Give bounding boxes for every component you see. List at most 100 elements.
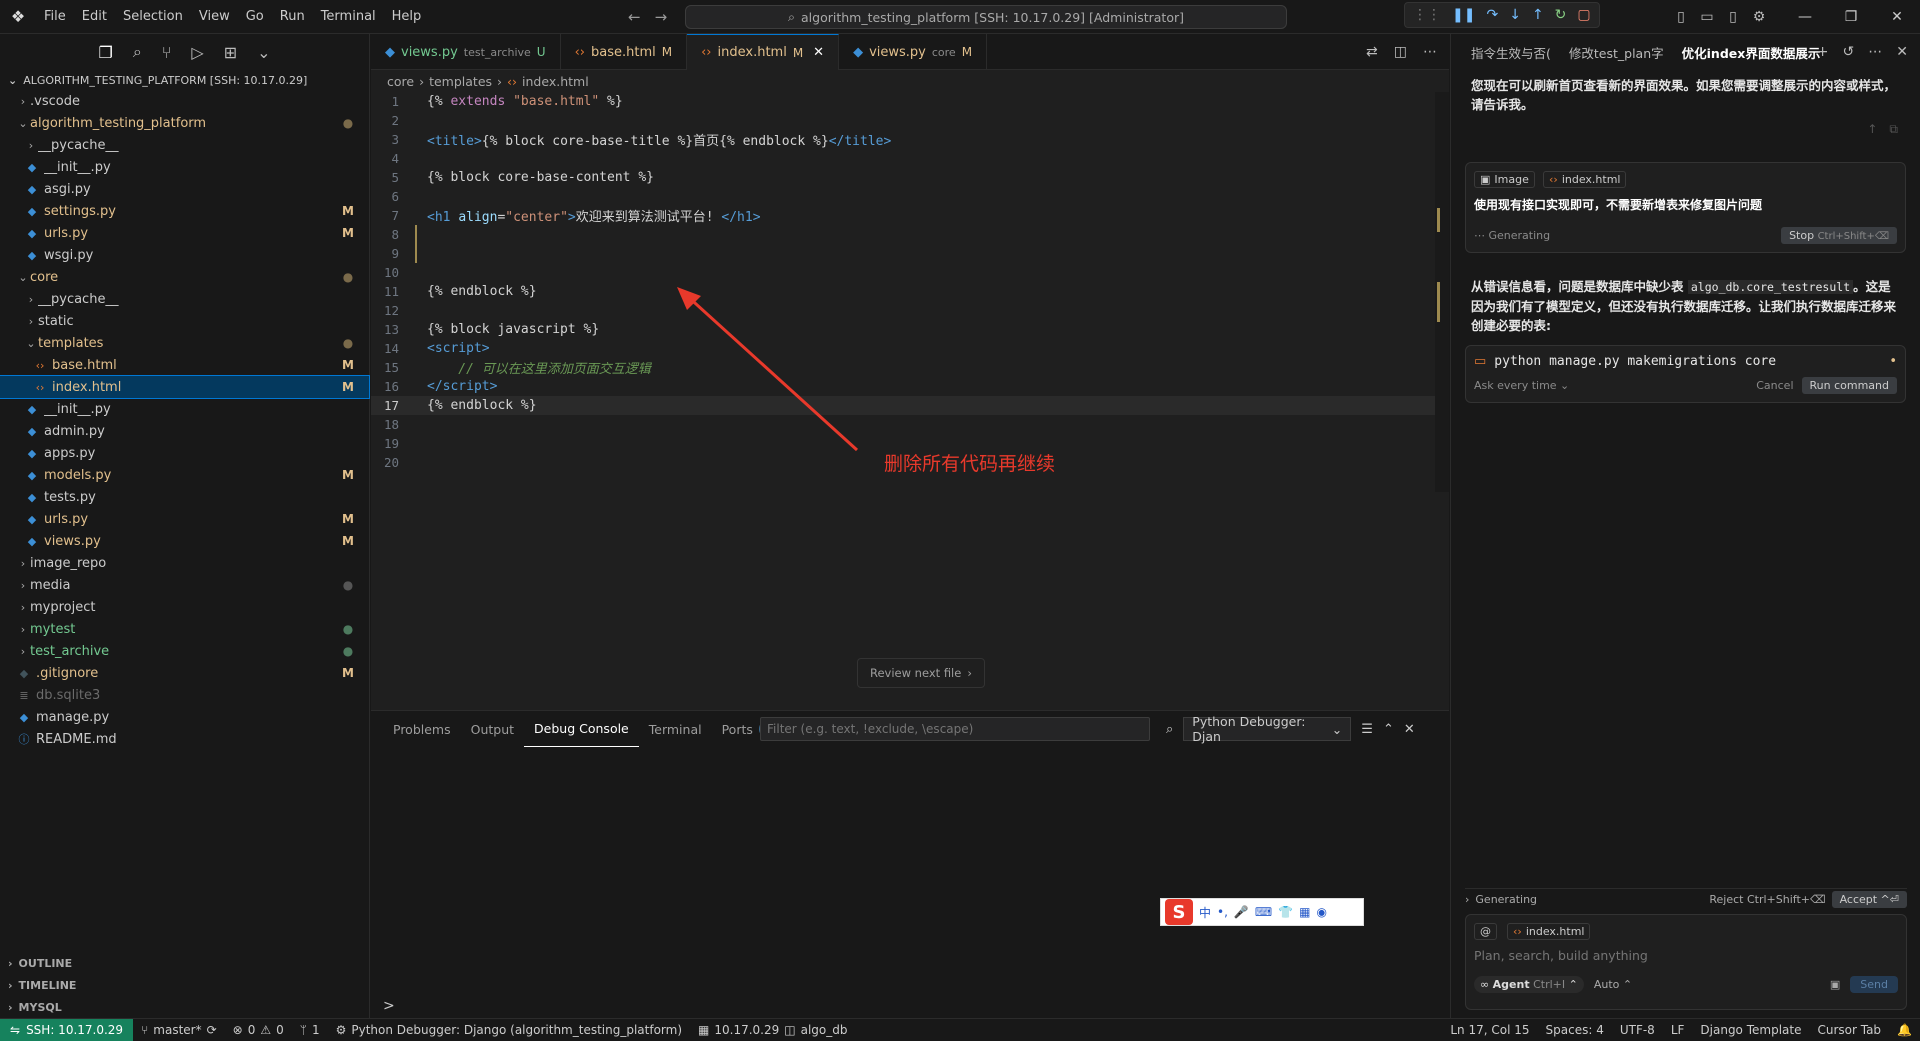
cursor-tab[interactable]: Cursor Tab bbox=[1809, 1023, 1889, 1037]
toggle-secondary-sidebar-icon[interactable]: ▯ bbox=[1720, 9, 1746, 25]
close-panel-icon[interactable]: ✕ bbox=[1404, 722, 1415, 737]
tab-problems[interactable]: Problems bbox=[383, 711, 461, 747]
explorer-root-header[interactable]: ⌄ ALGORITHM_TESTING_PLATFORM [SSH: 10.17… bbox=[0, 70, 369, 90]
open-changes-icon[interactable]: ⇄ bbox=[1366, 44, 1378, 60]
tab-debug-console[interactable]: Debug Console bbox=[524, 711, 639, 747]
tree-item[interactable]: ⌄ templates ● bbox=[0, 332, 369, 354]
attach-image-icon[interactable]: ▣ bbox=[1830, 978, 1840, 991]
console-prompt[interactable]: > bbox=[383, 998, 395, 1014]
back-arrow-icon[interactable]: ← bbox=[628, 8, 641, 26]
tree-item[interactable]: ◆ urls.py M bbox=[0, 508, 369, 530]
tree-item[interactable]: ◆ .gitignore M bbox=[0, 662, 369, 684]
explorer-icon[interactable]: ❐ bbox=[98, 43, 112, 62]
ask-every-time-select[interactable]: Ask every time ⌄ bbox=[1474, 379, 1569, 392]
debug-filter-input[interactable] bbox=[760, 717, 1150, 741]
remote-indicator[interactable]: ⇋ SSH: 10.17.0.29 bbox=[0, 1018, 134, 1041]
tree-item[interactable]: ◆ __init__.py bbox=[0, 398, 369, 420]
breadcrumb-core[interactable]: core bbox=[387, 74, 414, 89]
breadcrumb-templates[interactable]: templates bbox=[429, 74, 492, 89]
review-next-file-button[interactable]: Review next file › bbox=[857, 658, 985, 688]
outline-section[interactable]: › OUTLINE bbox=[0, 952, 370, 974]
source-control-icon[interactable]: ⑂ bbox=[162, 43, 172, 62]
context-file-chip[interactable]: ‹› index.html bbox=[1507, 923, 1591, 940]
sync-icon[interactable]: ⟳ bbox=[207, 1023, 217, 1037]
tree-item[interactable]: › .vscode bbox=[0, 90, 369, 112]
reject-button[interactable]: Reject Ctrl+Shift+⌫ bbox=[1709, 893, 1825, 906]
close-icon[interactable]: ✕ bbox=[1896, 44, 1908, 60]
line-ending[interactable]: LF bbox=[1663, 1023, 1693, 1037]
agent-mode-select[interactable]: ∞ Agent Ctrl+I ⌃ bbox=[1474, 976, 1584, 993]
model-select[interactable]: Auto ⌃ bbox=[1594, 978, 1632, 991]
tree-item[interactable]: ⓘ README.md bbox=[0, 728, 369, 750]
tree-item[interactable]: ◆ tests.py bbox=[0, 486, 369, 508]
settings-gear-icon[interactable]: ⚙ bbox=[1746, 9, 1772, 25]
indentation[interactable]: Spaces: 4 bbox=[1538, 1023, 1612, 1037]
close-tab-icon[interactable]: ✕ bbox=[813, 45, 824, 60]
more-icon[interactable]: ⋯ bbox=[1868, 44, 1882, 60]
close-window-icon[interactable]: ✕ bbox=[1874, 9, 1920, 25]
notifications-bell-icon[interactable]: 🔔 bbox=[1889, 1023, 1920, 1037]
cancel-button[interactable]: Cancel bbox=[1756, 379, 1793, 392]
tree-item[interactable]: ‹› base.html M bbox=[0, 354, 369, 376]
tab-output[interactable]: Output bbox=[461, 711, 524, 747]
menu-file[interactable]: File bbox=[36, 0, 74, 34]
tab-views-core[interactable]: ◆ views.py core M bbox=[839, 34, 988, 70]
microphone-icon[interactable]: 🎤 bbox=[1234, 905, 1249, 919]
tree-item[interactable]: › mytest ● bbox=[0, 618, 369, 640]
language-mode[interactable]: Django Template bbox=[1692, 1023, 1809, 1037]
maximize-panel-icon[interactable]: ⌃ bbox=[1383, 722, 1394, 737]
tree-item[interactable]: › image_repo bbox=[0, 552, 369, 574]
menu-help[interactable]: Help bbox=[384, 0, 430, 34]
run-debug-icon[interactable]: ▷ bbox=[191, 43, 203, 62]
db-connection[interactable]: ▦ 10.17.0.29 ◫ algo_db bbox=[690, 1023, 855, 1037]
send-button[interactable]: Send bbox=[1850, 976, 1898, 993]
split-editor-icon[interactable]: ◫ bbox=[1394, 44, 1407, 60]
tree-item[interactable]: ◆ settings.py M bbox=[0, 200, 369, 222]
tree-item[interactable]: ◆ views.py M bbox=[0, 530, 369, 552]
command-center[interactable]: ⌕ algorithm_testing_platform [SSH: 10.17… bbox=[685, 5, 1287, 29]
forward-arrow-icon[interactable]: → bbox=[655, 8, 668, 26]
chat-input[interactable] bbox=[1474, 948, 1898, 963]
file-chip[interactable]: ‹› index.html bbox=[1543, 171, 1627, 188]
clear-console-icon[interactable]: ☰ bbox=[1361, 722, 1373, 737]
mysql-section[interactable]: › MYSQL bbox=[0, 996, 370, 1018]
tree-item[interactable]: ⌄ core ● bbox=[0, 266, 369, 288]
tree-item[interactable]: ◆ apps.py bbox=[0, 442, 369, 464]
search-view-icon[interactable]: ⌕ bbox=[133, 42, 142, 62]
tab-base-html[interactable]: ‹› base.html M bbox=[561, 34, 688, 70]
new-chat-icon[interactable]: + bbox=[1817, 44, 1829, 60]
tab-terminal[interactable]: Terminal bbox=[639, 711, 712, 747]
drag-handle-icon[interactable]: ⋮⋮ bbox=[1413, 7, 1441, 23]
tree-item[interactable]: ◆ admin.py bbox=[0, 420, 369, 442]
copy-icon[interactable]: ⧉ bbox=[1889, 122, 1898, 154]
stop-button[interactable]: Stop Ctrl+Shift+⌫ bbox=[1781, 227, 1897, 244]
tree-item[interactable]: ◆ __init__.py bbox=[0, 156, 369, 178]
tree-item[interactable]: › __pycache__ bbox=[0, 134, 369, 156]
game-icon[interactable]: ◉ bbox=[1317, 905, 1327, 919]
tree-item[interactable]: ◆ manage.py bbox=[0, 706, 369, 728]
toolbox-icon[interactable]: ▦ bbox=[1299, 905, 1310, 919]
chat-tab[interactable]: 修改test_plan字 bbox=[1569, 43, 1664, 62]
tree-item[interactable]: ◆ wsgi.py bbox=[0, 244, 369, 266]
menu-terminal[interactable]: Terminal bbox=[313, 0, 384, 34]
chat-tab[interactable]: 指令生效与否( bbox=[1471, 43, 1551, 62]
accept-button[interactable]: Accept ^⏎ bbox=[1831, 891, 1907, 908]
menu-go[interactable]: Go bbox=[238, 0, 272, 34]
cursor-position[interactable]: Ln 17, Col 15 bbox=[1442, 1023, 1537, 1037]
ime-language-toggle[interactable]: 中 bbox=[1199, 904, 1211, 921]
encoding[interactable]: UTF-8 bbox=[1612, 1023, 1663, 1037]
tree-item[interactable]: ≣ db.sqlite3 bbox=[0, 684, 369, 706]
menu-edit[interactable]: Edit bbox=[74, 0, 115, 34]
tree-item[interactable]: › myproject bbox=[0, 596, 369, 618]
punctuation-icon[interactable]: •, bbox=[1217, 905, 1228, 919]
step-over-icon[interactable]: ↷ bbox=[1486, 7, 1498, 23]
chevron-right-icon[interactable]: › bbox=[1465, 893, 1469, 906]
keyboard-icon[interactable]: ⌨ bbox=[1255, 905, 1272, 919]
sogou-logo-icon[interactable]: S bbox=[1165, 899, 1193, 925]
ports-indicator[interactable]: ᛘ1 bbox=[292, 1023, 328, 1037]
code-editor[interactable]: 1 {% extends "base.html" %} 2 3 <title>{% … bbox=[371, 92, 1449, 472]
image-chip[interactable]: ▣ Image bbox=[1474, 171, 1535, 188]
history-icon[interactable]: ↺ bbox=[1843, 44, 1855, 60]
git-branch[interactable]: ⑂ master* ⟳ bbox=[133, 1023, 225, 1037]
menu-selection[interactable]: Selection bbox=[115, 0, 191, 34]
